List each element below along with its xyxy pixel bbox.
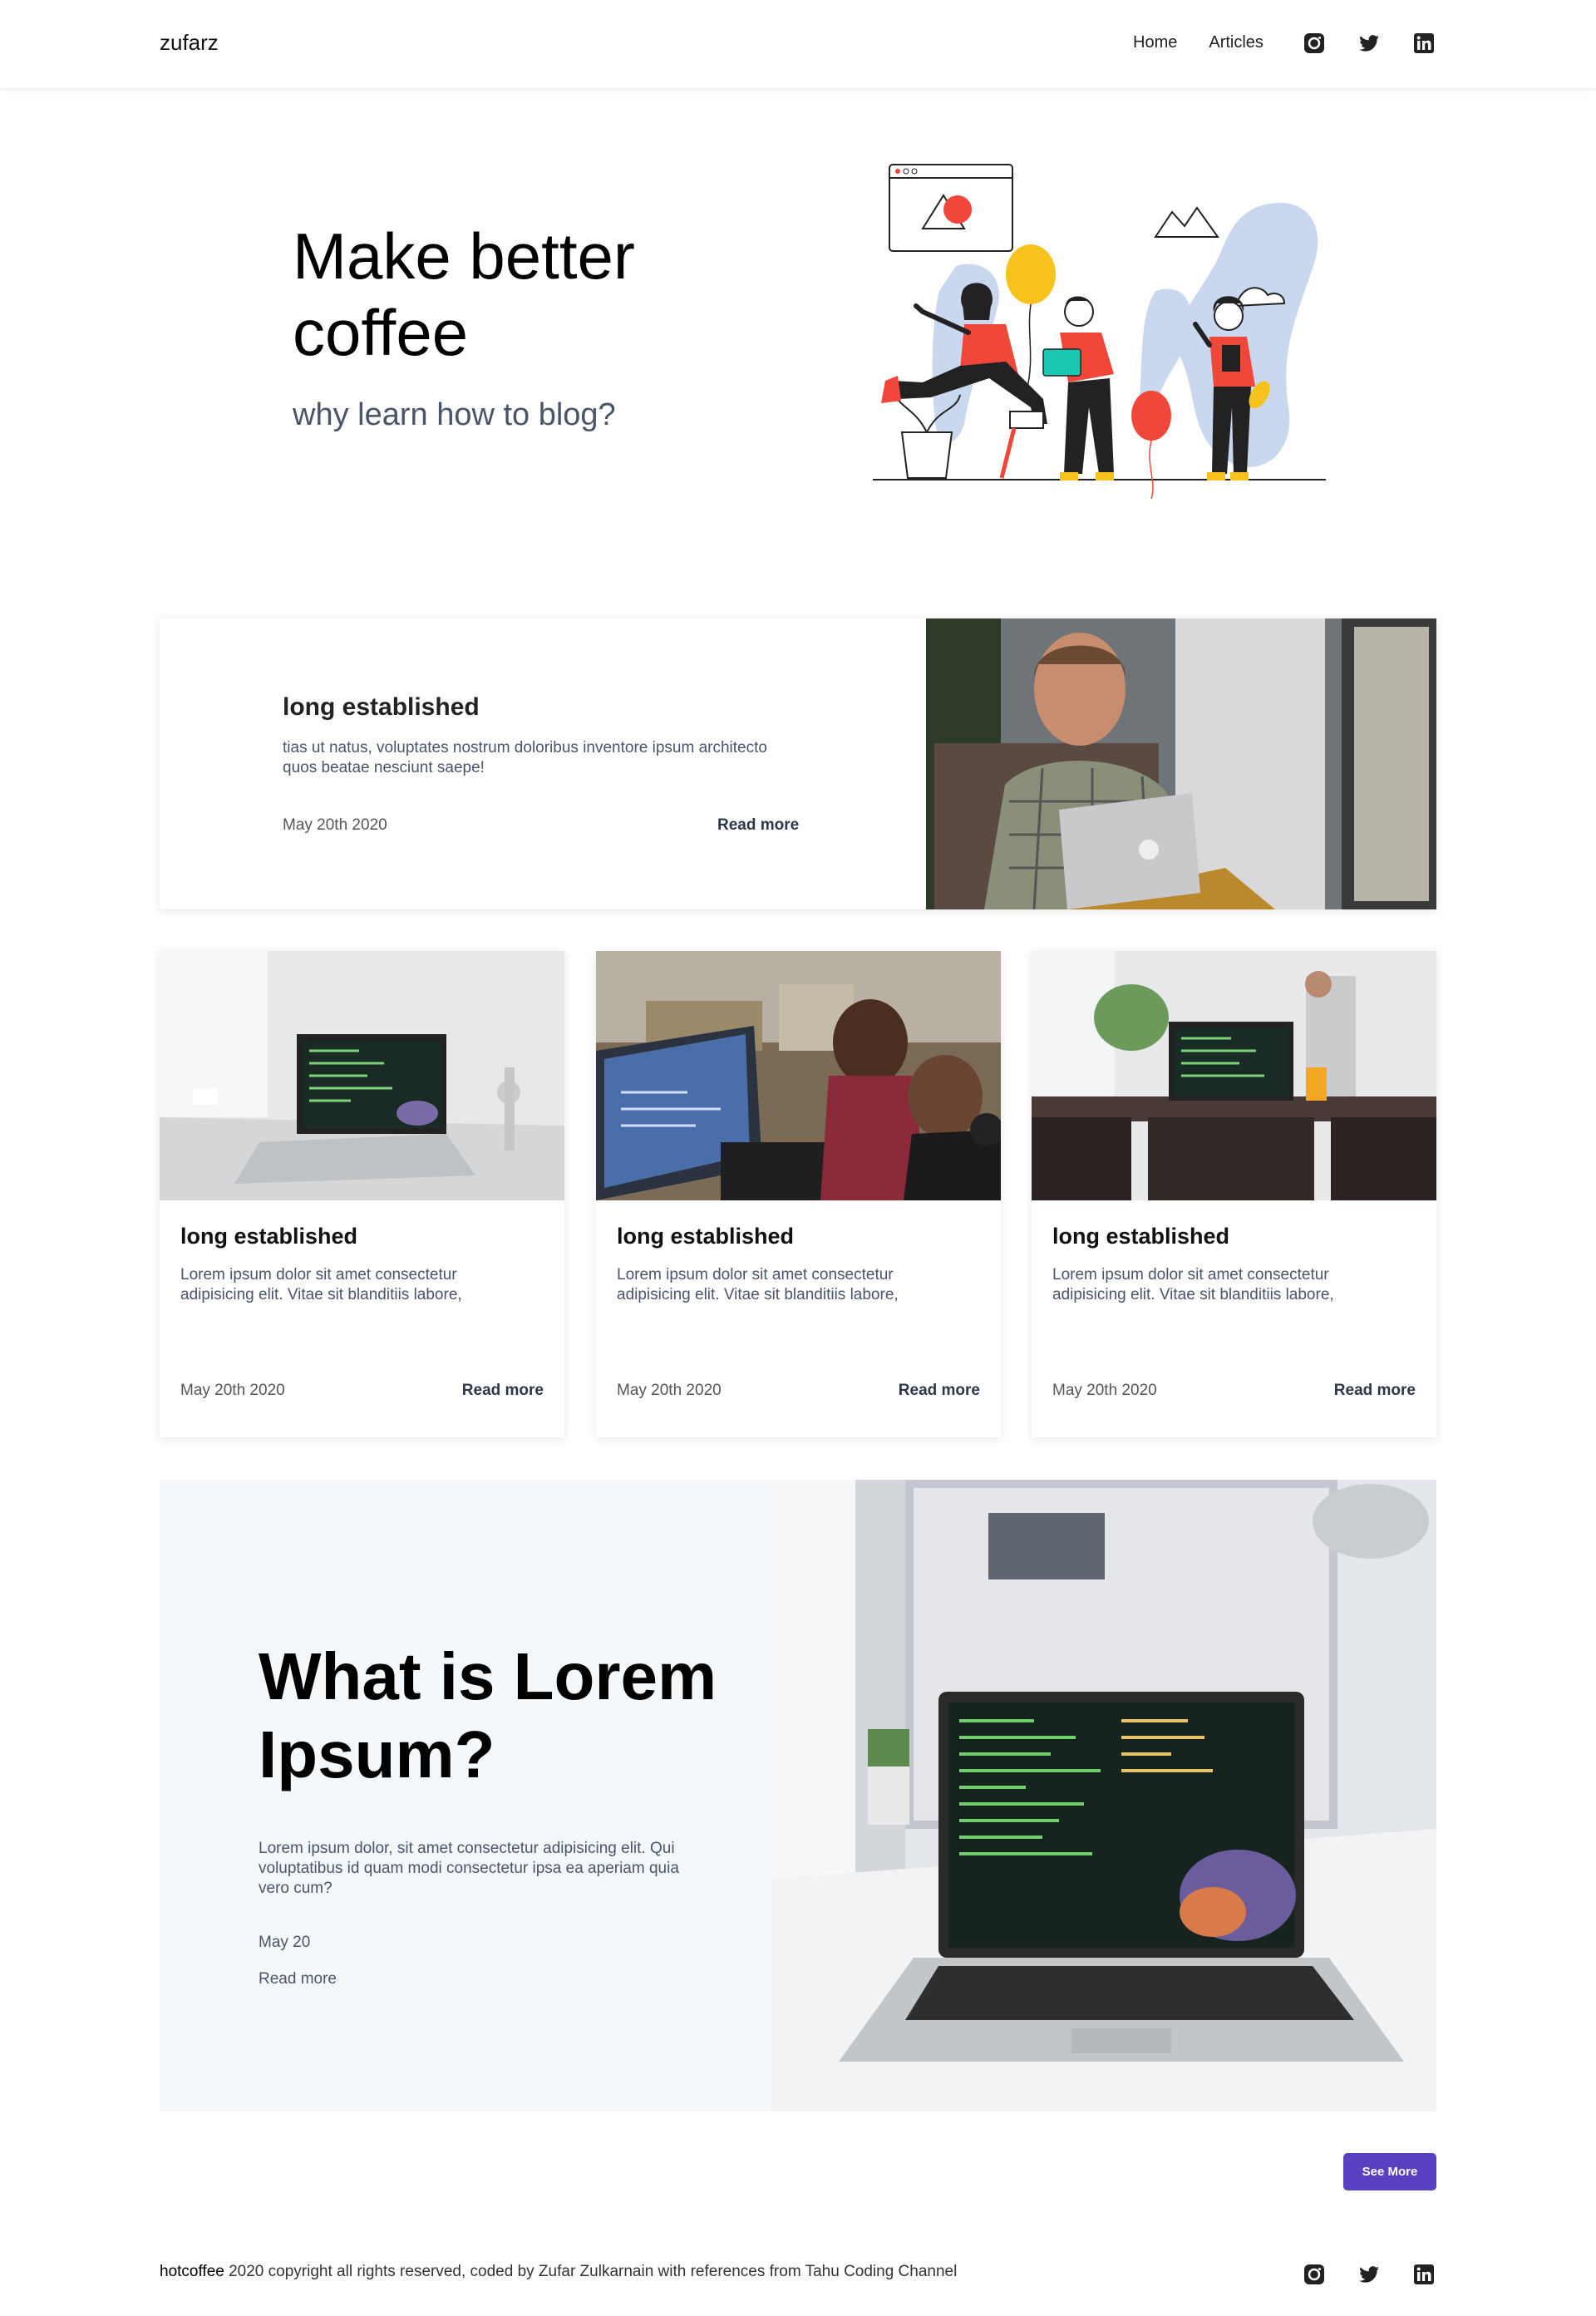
what-is-photo — [772, 1480, 1436, 2112]
article-card-photo — [596, 951, 1001, 1200]
article-card-date: May 20th 2020 — [617, 1382, 722, 1399]
article-card-title[interactable]: long established — [180, 1224, 357, 1249]
featured-read-more-link[interactable]: Read more — [717, 816, 799, 835]
linkedin-icon[interactable] — [1412, 2263, 1436, 2286]
article-card-title[interactable]: long established — [617, 1224, 794, 1249]
footer-copyright-text: 2020 copyright all rights reserved, code… — [224, 2263, 958, 2280]
article-card-read-more-link[interactable]: Read more — [462, 1382, 544, 1400]
instagram-icon[interactable] — [1303, 2263, 1326, 2286]
article-card: long established Lorem ipsum dolor sit a… — [596, 951, 1001, 1437]
article-card-description: Lorem ipsum dolor sit amet consectetur a… — [1052, 1266, 1334, 1303]
what-is-title: What is Lorem Ipsum? — [259, 1639, 717, 1791]
twitter-icon[interactable] — [1357, 2263, 1381, 2286]
nav-articles-link[interactable]: Articles — [1209, 33, 1264, 52]
featured-article-card: long established tias ut natus, voluptat… — [160, 618, 1436, 909]
article-card-read-more-link[interactable]: Read more — [1334, 1382, 1416, 1400]
instagram-icon[interactable] — [1303, 32, 1326, 55]
twitter-icon[interactable] — [1357, 32, 1381, 55]
article-card: long established Lorem ipsum dolor sit a… — [1032, 951, 1436, 1437]
article-card-description: Lorem ipsum dolor sit amet consectetur a… — [180, 1266, 462, 1303]
brand-logo[interactable]: zufarz — [160, 30, 219, 56]
navbar: zufarz Home Articles — [0, 0, 1596, 88]
hero-subtitle: why learn how to blog? — [293, 397, 616, 432]
nav-home-link[interactable]: Home — [1133, 33, 1177, 52]
what-is-description: Lorem ipsum dolor, sit amet consectetur … — [259, 1840, 679, 1897]
article-card-read-more-link[interactable]: Read more — [899, 1382, 980, 1400]
what-is-section: What is Lorem Ipsum? Lorem ipsum dolor, … — [160, 1480, 1436, 2112]
linkedin-icon[interactable] — [1412, 32, 1436, 55]
see-more-button[interactable]: See More — [1343, 2153, 1436, 2190]
nav-links: Home Articles — [1133, 33, 1264, 52]
footer-copyright: hotcoffee 2020 copyright all rights rese… — [160, 2263, 957, 2281]
article-card-photo — [1032, 951, 1436, 1200]
article-card: long established Lorem ipsum dolor sit a… — [160, 951, 564, 1437]
featured-text-block: long established tias ut natus, voluptat… — [283, 693, 798, 778]
article-card-date: May 20th 2020 — [1052, 1382, 1157, 1399]
featured-photo — [926, 618, 1436, 909]
featured-date: May 20th 2020 — [283, 816, 387, 834]
what-is-date: May 20 — [259, 1934, 311, 1951]
featured-title[interactable]: long established — [283, 693, 798, 722]
article-card-title[interactable]: long established — [1052, 1224, 1229, 1249]
article-card-date: May 20th 2020 — [180, 1382, 285, 1399]
what-is-read-more-link[interactable]: Read more — [259, 1970, 337, 1988]
footer-brand[interactable]: hotcoffee — [160, 2263, 224, 2280]
nav-social-icons — [1303, 32, 1436, 55]
featured-description: tias ut natus, voluptates nostrum dolori… — [283, 739, 767, 776]
hero-illustration — [873, 164, 1326, 500]
footer-social-icons — [1303, 2263, 1436, 2286]
article-card-photo — [160, 951, 564, 1200]
hero-title: Make better coffee — [293, 219, 635, 369]
article-card-description: Lorem ipsum dolor sit amet consectetur a… — [617, 1266, 899, 1303]
